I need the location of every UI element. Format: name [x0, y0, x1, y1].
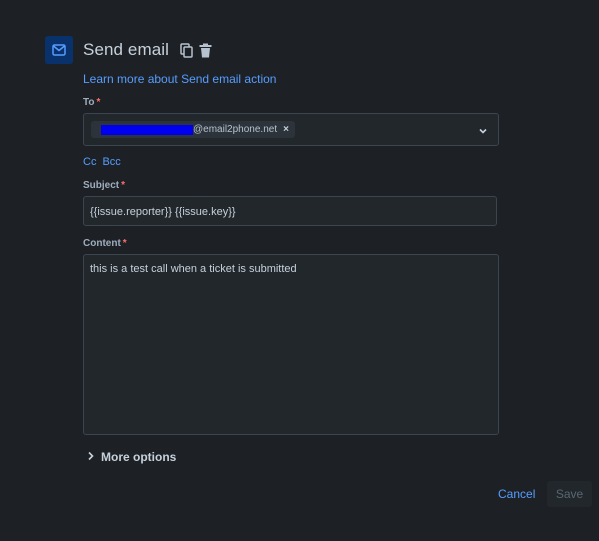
to-label: To * — [83, 97, 100, 108]
content-textarea[interactable]: this is a test call when a ticket is sub… — [83, 254, 499, 435]
more-options-label: More options — [101, 450, 177, 464]
remove-recipient-icon[interactable]: × — [283, 124, 289, 135]
cancel-button[interactable]: Cancel — [492, 481, 540, 507]
subject-input[interactable]: {{issue.reporter}} {{issue.key}} — [83, 196, 497, 226]
more-options-toggle[interactable]: More options — [87, 448, 176, 466]
recipient-chip: @email2phone.net × — [91, 121, 295, 138]
redacted-email-user — [101, 124, 193, 135]
recipient-email-domain: @email2phone.net — [193, 124, 278, 135]
mail-icon — [45, 36, 73, 64]
content-label-text: Content — [83, 238, 121, 249]
to-label-text: To — [83, 97, 95, 108]
cc-bcc-links: Cc Bcc — [83, 156, 127, 168]
subject-label: Subject * — [83, 180, 125, 191]
learn-more-link[interactable]: Learn more about Send email action — [83, 72, 276, 86]
bcc-link[interactable]: Bcc — [102, 156, 120, 168]
save-button[interactable]: Save — [547, 481, 592, 507]
required-marker: * — [121, 180, 126, 191]
subject-label-text: Subject — [83, 180, 120, 191]
chevron-right-icon — [87, 448, 95, 466]
cc-link[interactable]: Cc — [83, 156, 96, 168]
to-recipients-field[interactable]: @email2phone.net × — [83, 113, 499, 146]
trash-icon[interactable] — [197, 41, 213, 59]
copy-icon[interactable] — [178, 41, 194, 59]
required-marker: * — [96, 97, 101, 108]
action-header: Send email — [45, 36, 213, 64]
required-marker: * — [122, 238, 127, 249]
page-title: Send email — [83, 40, 170, 59]
content-label: Content * — [83, 238, 127, 249]
chevron-down-icon[interactable] — [477, 124, 489, 136]
